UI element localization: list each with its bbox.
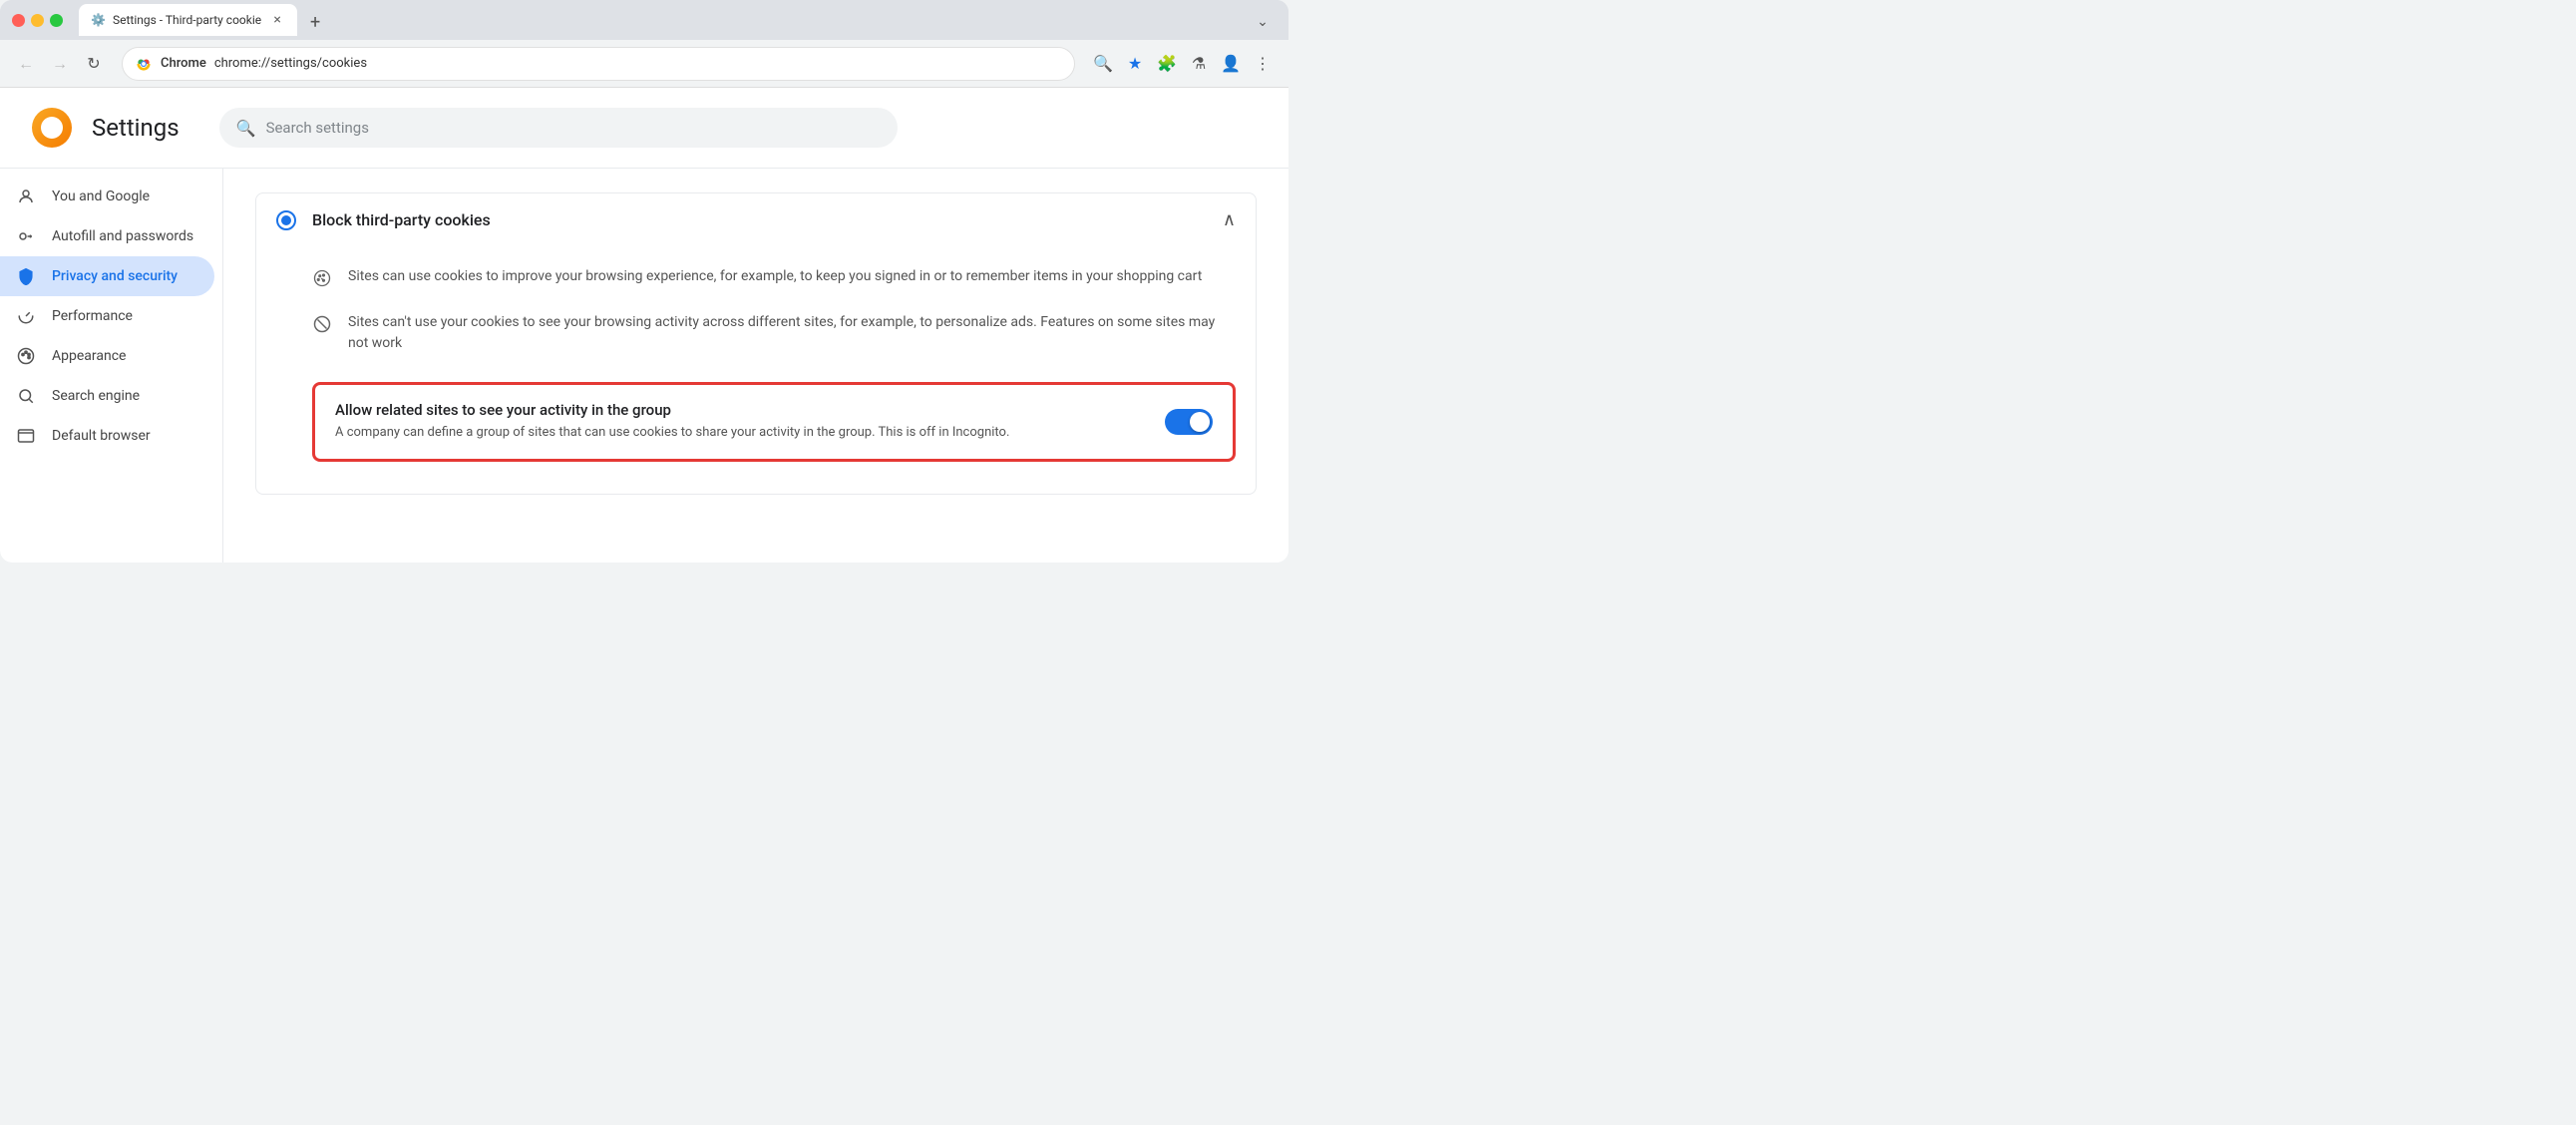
profile-icon: 👤 [1221,54,1241,73]
search-bar[interactable]: 🔍 Search settings [219,108,898,148]
sidebar-label-performance: Performance [52,308,133,324]
allow-related-sites-toggle[interactable] [1165,409,1213,435]
toggle-card-title: Allow related sites to see your activity… [335,401,1149,419]
menu-button[interactable]: ⋮ [1249,50,1277,78]
tab-title: Settings - Third-party cookie [113,13,261,27]
sidebar-item-you-and-google[interactable]: You and Google [0,177,214,216]
address-url: chrome://settings/cookies [214,56,1062,71]
nav-bar: ← → ↻ Chrome chrome://settings/cookies 🔍 [0,40,1288,88]
sidebar-item-default-browser[interactable]: Default browser [0,416,214,456]
forward-button[interactable]: → [46,50,74,78]
chrome-logo-icon [135,55,153,73]
new-tab-button[interactable]: + [301,8,329,36]
puzzle-icon: 🧩 [1157,54,1177,73]
block-cookies-section: Block third-party cookies ∧ [255,192,1257,495]
bookmark-button[interactable]: ★ [1121,50,1149,78]
browser-icon [16,426,36,446]
search-icon: 🔍 [1093,54,1113,73]
shield-icon [16,266,36,286]
toggle-card-description: A company can define a group of sites th… [335,423,1149,443]
toggle-thumb [1190,412,1210,432]
profile-button[interactable]: 👤 [1217,50,1245,78]
sidebar-item-appearance[interactable]: Appearance [0,336,214,376]
address-brand: Chrome [161,56,206,71]
person-icon [16,187,36,206]
address-bar[interactable]: Chrome chrome://settings/cookies [122,47,1075,81]
search-bar-icon: 🔍 [236,119,256,138]
chevron-up-icon: ∧ [1223,209,1236,230]
cookie-icon [312,268,332,288]
nav-actions: 🔍 ★ 🧩 ⚗ 👤 ⋮ [1089,50,1277,78]
settings-logo-inner [41,117,63,139]
info-text-1: Sites can use cookies to improve your br… [348,266,1202,287]
sidebar-label-privacy: Privacy and security [52,268,178,284]
search-input[interactable]: Search settings [266,119,369,137]
section-header[interactable]: Block third-party cookies ∧ [256,193,1256,246]
tab-close-button[interactable]: × [269,12,285,28]
settings-header: Settings 🔍 Search settings [0,88,1288,169]
tab-favicon: ⚙️ [91,13,105,27]
close-window-button[interactable] [12,14,25,27]
sidebar-item-autofill[interactable]: Autofill and passwords [0,216,214,256]
block-icon [312,314,332,334]
key-icon [16,226,36,246]
main-content: Block third-party cookies ∧ [223,169,1288,562]
active-tab[interactable]: ⚙️ Settings - Third-party cookie × [79,4,297,36]
search-engine-icon [16,386,36,406]
sidebar-label-appearance: Appearance [52,348,126,364]
settings-logo [32,108,72,148]
forward-icon: → [52,54,68,74]
extensions-button[interactable]: 🧩 [1153,50,1181,78]
refresh-button[interactable]: ↻ [80,50,108,78]
settings-page: Settings 🔍 Search settings You and Googl… [0,88,1288,562]
sidebar-label-default-browser: Default browser [52,428,151,444]
toggle-card-content: Allow related sites to see your activity… [335,401,1149,443]
allow-related-sites-toggle-card: Allow related sites to see your activity… [312,382,1236,462]
sidebar-item-performance[interactable]: Performance [0,296,214,336]
info-item-2: Sites can't use your cookies to see your… [312,300,1236,366]
sidebar-item-search-engine[interactable]: Search engine [0,376,214,416]
sidebar: You and Google Autofill and passwords [0,169,223,562]
sidebar-item-privacy[interactable]: Privacy and security [0,256,214,296]
refresh-icon: ↻ [87,54,100,73]
back-button[interactable]: ← [12,50,40,78]
labs-button[interactable]: ⚗ [1185,50,1213,78]
gauge-icon [16,306,36,326]
sidebar-label-search-engine: Search engine [52,388,140,404]
sidebar-label-autofill: Autofill and passwords [52,228,193,244]
star-icon: ★ [1128,54,1142,73]
more-vert-icon: ⋮ [1255,54,1271,73]
radio-inner [281,215,291,225]
tab-bar: ⚙️ Settings - Third-party cookie × + ⌄ [79,4,1277,36]
sidebar-label-you-and-google: You and Google [52,188,150,204]
section-body: Sites can use cookies to improve your br… [256,246,1256,494]
maximize-window-button[interactable] [50,14,63,27]
flask-icon: ⚗ [1192,54,1206,73]
page-title: Settings [92,114,180,142]
title-bar: ⚙️ Settings - Third-party cookie × + ⌄ [0,0,1288,40]
back-icon: ← [18,54,34,74]
settings-body: You and Google Autofill and passwords [0,169,1288,562]
palette-icon [16,346,36,366]
section-title: Block third-party cookies [312,210,1223,229]
info-text-2: Sites can't use your cookies to see your… [348,312,1236,354]
traffic-lights [12,14,63,27]
radio-button[interactable] [276,210,296,230]
search-button[interactable]: 🔍 [1089,50,1117,78]
tab-list-dropdown-button[interactable]: ⌄ [1249,8,1277,36]
minimize-window-button[interactable] [31,14,44,27]
info-item-1: Sites can use cookies to improve your br… [312,254,1236,300]
